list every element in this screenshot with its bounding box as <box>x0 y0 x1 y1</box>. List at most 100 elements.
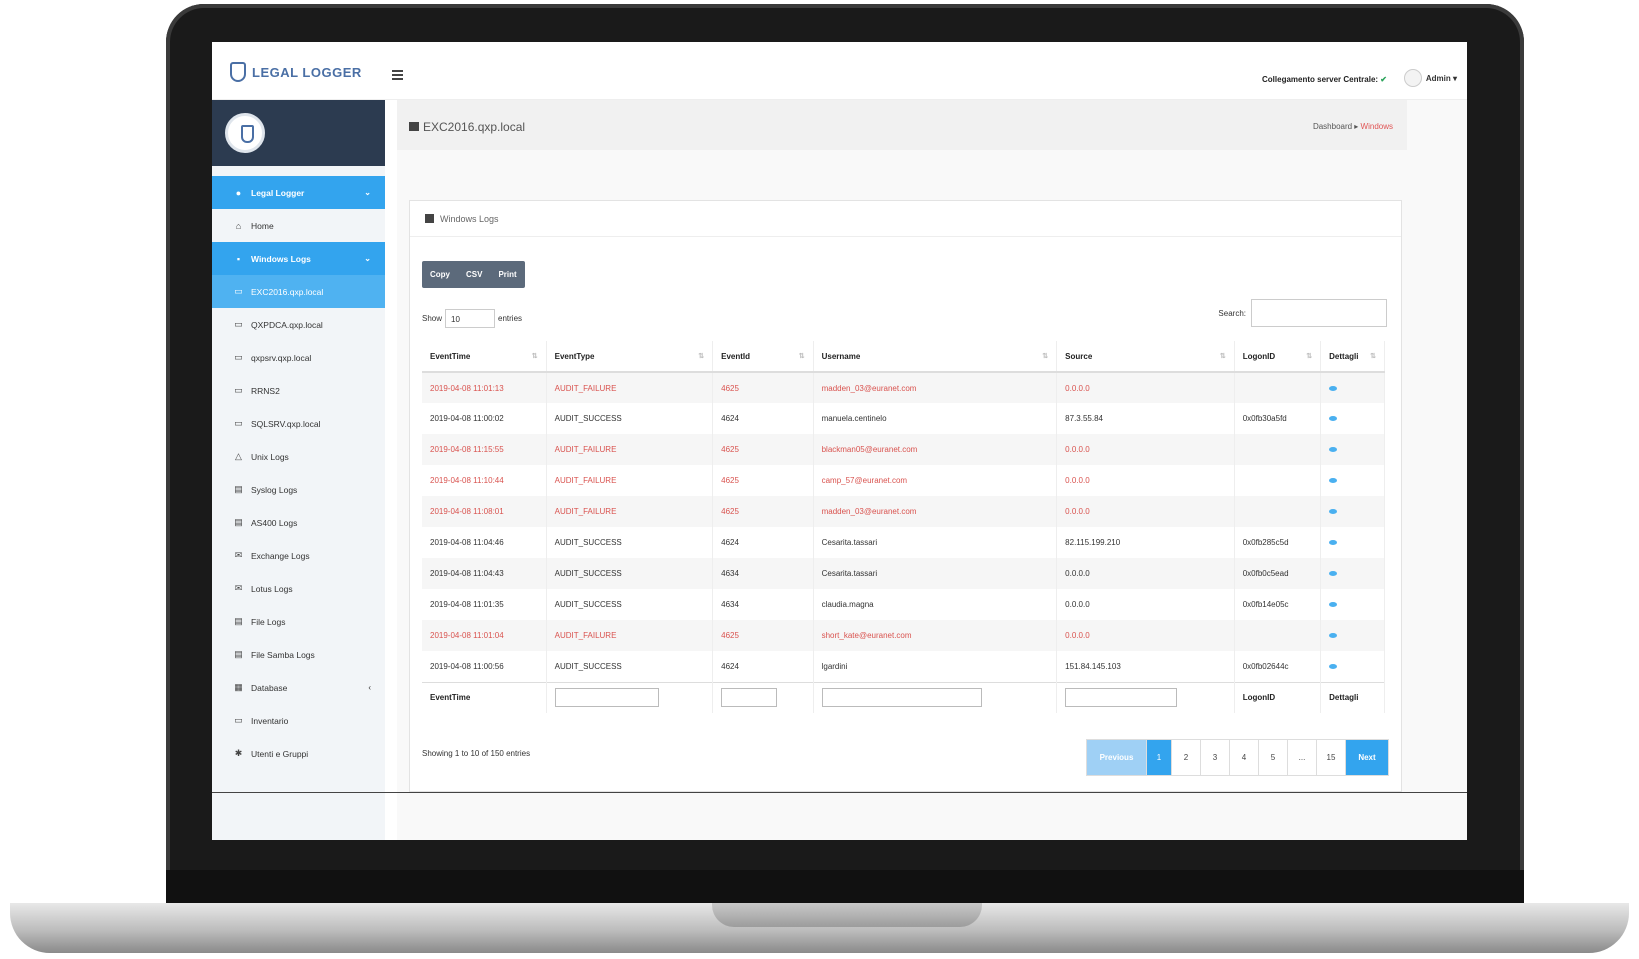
eye-icon[interactable] <box>1329 663 1338 669</box>
sidebar-item[interactable]: ▭ RRNS2 <box>212 374 385 407</box>
sidebar-menu: ● Legal Logger ⌄ ⌂ Home ▪ Windows Logs ⌄ ▭ EXC201… <box>212 176 385 770</box>
cell-id: 4634 <box>712 558 814 589</box>
page-button[interactable]: 4 <box>1230 740 1259 775</box>
column-header[interactable]: EventType ⇅ <box>546 341 714 373</box>
breadcrumb-current: Windows <box>1360 122 1393 131</box>
eye-icon[interactable] <box>1329 478 1338 483</box>
page-button[interactable]: 5 <box>1259 740 1288 775</box>
sidebar-item-label: File Logs <box>251 616 286 627</box>
page-length: Show 10 entries <box>422 309 522 328</box>
page-length-select[interactable]: 10 <box>445 309 496 328</box>
eye-icon[interactable] <box>1329 416 1338 421</box>
column-header[interactable]: Source ⇅ <box>1056 341 1235 373</box>
sidebar-item[interactable]: ▭ Inventario <box>212 704 385 737</box>
laptop-notch <box>712 903 982 927</box>
sidebar-item-label: EXC2016.qxp.local <box>251 286 324 297</box>
cell-time: 2019-04-08 11:00:56 <box>422 651 547 682</box>
cell-details <box>1320 558 1385 589</box>
cell-user: Cesarita.tassari <box>813 558 1058 589</box>
sidebar-item[interactable]: ✉ Lotus Logs <box>212 572 385 605</box>
column-header[interactable]: Username ⇅ <box>813 341 1058 373</box>
filter-source-select[interactable] <box>1065 688 1178 708</box>
panel-header: Windows Logs <box>410 201 1401 237</box>
table-info: Showing 1 to 10 of 150 entries <box>422 749 531 758</box>
search-input[interactable] <box>1251 299 1387 327</box>
export-buttons: Copy CSV Print <box>422 261 525 288</box>
menu-item-icon: ● <box>235 187 242 198</box>
page-button[interactable]: 2 <box>1172 740 1201 775</box>
filter-username-select[interactable] <box>821 688 982 708</box>
page-button[interactable]: 15 <box>1317 740 1346 775</box>
sidebar-item[interactable]: ▭ SQLSRV.qxp.local <box>212 407 385 440</box>
sidebar-item-label: Database <box>251 682 288 693</box>
sidebar-item[interactable]: ▤ File Logs <box>212 605 385 638</box>
sidebar-item[interactable]: ● Legal Logger ⌄ <box>212 176 385 209</box>
table-body: 2019-04-08 11:01:13 AUDIT_FAILURE 4625 madd… <box>422 372 1385 682</box>
sidebar-item[interactable]: ▪ Windows Logs ⌄ <box>212 242 385 275</box>
column-header[interactable]: EventId ⇅ <box>712 341 814 373</box>
eye-icon[interactable] <box>1329 602 1338 607</box>
sidebar-item[interactable]: ✉ Exchange Logs <box>212 539 385 572</box>
cell-source: 0.0.0.0 <box>1056 589 1235 620</box>
cell-logon <box>1234 620 1322 651</box>
cell-user: Cesarita.tassari <box>813 527 1058 558</box>
sidebar-item[interactable]: ▤ File Samba Logs <box>212 638 385 671</box>
cell-logon: 0x0fb02644c <box>1234 651 1322 682</box>
eye-icon[interactable] <box>1329 633 1338 638</box>
cell-time: 2019-04-08 11:10:44 <box>422 465 547 496</box>
sidebar-item[interactable]: ▦ Database ‹ <box>212 671 385 704</box>
cell-time: 2019-04-08 11:01:04 <box>422 620 547 651</box>
sidebar-item[interactable]: ▤ AS400 Logs <box>212 506 385 539</box>
column-header-label: EventId <box>721 351 751 361</box>
cell-type: AUDIT_FAILURE <box>546 496 714 527</box>
column-header[interactable]: LogonID ⇅ <box>1234 341 1322 373</box>
csv-button[interactable]: CSV <box>458 261 490 288</box>
cell-time: 2019-04-08 11:15:55 <box>422 434 547 465</box>
cell-source: 82.115.199.210 <box>1056 527 1235 558</box>
eye-icon[interactable] <box>1329 385 1338 391</box>
eye-icon[interactable] <box>1329 447 1338 452</box>
sidebar-item-label: qxpsrv.qxp.local <box>251 352 312 363</box>
column-header[interactable]: Dettagli ⇅ <box>1320 341 1385 373</box>
copy-button[interactable]: Copy <box>422 261 458 288</box>
sidebar-item-label: Syslog Logs <box>251 484 298 495</box>
eye-icon[interactable] <box>1329 540 1338 545</box>
next-page-button[interactable]: Next <box>1346 740 1388 775</box>
page-button[interactable]: 3 <box>1201 740 1230 775</box>
table-row: 2019-04-08 11:04:46 AUDIT_SUCCESS 4624 Cesa… <box>422 527 1385 558</box>
eye-icon[interactable] <box>1329 571 1338 576</box>
column-header[interactable]: EventTime ⇅ <box>422 341 547 373</box>
cell-user: camp_57@euranet.com <box>813 465 1058 496</box>
user-menu[interactable]: Admin ▾ <box>1403 69 1457 87</box>
pagination-ellipsis: ... <box>1288 740 1317 775</box>
page-button[interactable]: 1 <box>1147 740 1172 775</box>
menu-item-icon: ▦ <box>234 682 243 692</box>
sidebar-item[interactable]: ⌂ Home <box>212 209 385 242</box>
app-logo[interactable]: LEGAL LOGGER <box>230 62 362 82</box>
sidebar-item-label: RRNS2 <box>251 385 280 396</box>
print-button[interactable]: Print <box>490 261 524 288</box>
sidebar-item[interactable]: ▭ EXC2016.qxp.local <box>212 275 385 308</box>
filter-eventid <box>712 681 814 713</box>
filter-eventtype-select[interactable] <box>554 688 659 708</box>
table-row: 2019-04-08 11:00:56 AUDIT_SUCCESS 4624 lgar… <box>422 651 1385 682</box>
menu-item-icon: ▭ <box>234 319 243 329</box>
cell-type: AUDIT_FAILURE <box>546 465 714 496</box>
sidebar-item[interactable]: ▭ QXPDCA.qxp.local <box>212 308 385 341</box>
menu-item-icon: ⌂ <box>235 220 242 231</box>
previous-page-button[interactable]: Previous <box>1087 740 1147 775</box>
menu-toggle-icon[interactable] <box>392 70 403 82</box>
server-status: Collegamento server Centrale: ✔ <box>1262 75 1387 84</box>
cell-details <box>1320 620 1385 651</box>
cell-time: 2019-04-08 11:01:13 <box>422 372 547 403</box>
eye-icon[interactable] <box>1329 509 1338 514</box>
sidebar-item[interactable]: ▭ qxpsrv.qxp.local <box>212 341 385 374</box>
breadcrumb-home[interactable]: Dashboard <box>1313 122 1352 131</box>
sidebar-item[interactable]: △ Unix Logs <box>212 440 385 473</box>
filter-source <box>1056 681 1235 713</box>
filter-eventid-select[interactable] <box>721 688 778 708</box>
sidebar-item-label: Utenti e Gruppi <box>251 748 309 759</box>
sidebar-item[interactable]: ✱ Utenti e Gruppi <box>212 737 385 770</box>
sidebar-item[interactable]: ▤ Syslog Logs <box>212 473 385 506</box>
table-header-row: EventTime ⇅ EventType ⇅ EventId ⇅ Username ⇅ Sou… <box>422 341 1385 373</box>
